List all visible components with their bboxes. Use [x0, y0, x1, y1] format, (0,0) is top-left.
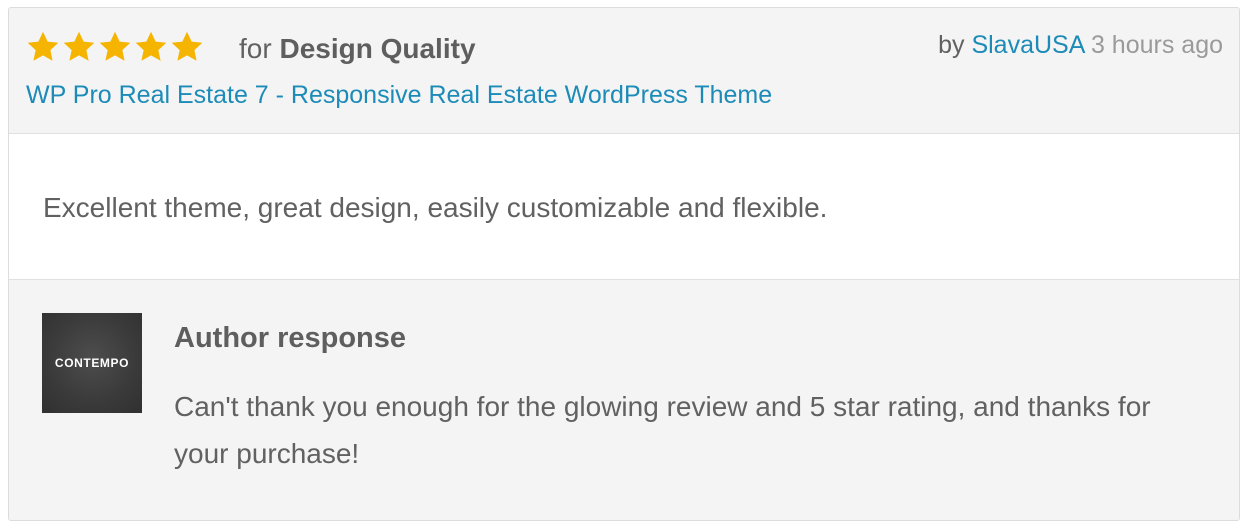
author-response: CONTEMPO Author response Can't thank you…	[9, 280, 1239, 520]
rating-category-label: Design Quality	[279, 33, 476, 64]
review-header: for Design Quality by SlavaUSA 3 hours a…	[9, 8, 1239, 134]
star-icon	[169, 29, 205, 65]
star-icon	[97, 29, 133, 65]
review-card: for Design Quality by SlavaUSA 3 hours a…	[8, 7, 1240, 521]
reviewer-link[interactable]: SlavaUSA	[971, 31, 1084, 59]
star-icon	[133, 29, 169, 65]
byline-prefix: by	[938, 31, 965, 59]
star-rating	[25, 29, 205, 65]
avatar[interactable]: CONTEMPO	[42, 313, 142, 413]
star-icon	[25, 29, 61, 65]
byline: by SlavaUSA 3 hours ago	[938, 28, 1223, 62]
review-text: Excellent theme, great design, easily cu…	[43, 192, 828, 223]
rating-category: for Design Quality	[239, 31, 476, 67]
avatar-logo-text: CONTEMPO	[54, 356, 130, 370]
review-timestamp: 3 hours ago	[1090, 31, 1223, 59]
star-icon	[61, 29, 97, 65]
author-response-text: Can't thank you enough for the glowing r…	[174, 391, 1151, 469]
rating-prefix: for	[239, 33, 272, 64]
author-response-title: Author response	[174, 322, 407, 354]
item-title-link[interactable]: WP Pro Real Estate 7 - Responsive Real E…	[26, 78, 772, 112]
review-body: Excellent theme, great design, easily cu…	[9, 134, 1239, 280]
